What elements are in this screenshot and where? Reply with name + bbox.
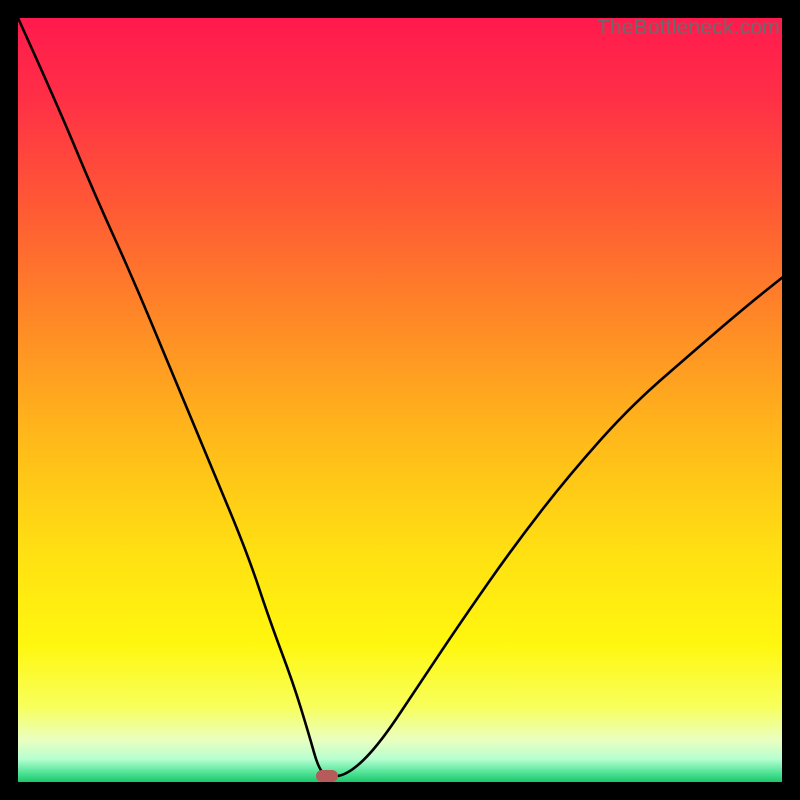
plot-frame: TheBottleneck.com <box>18 18 782 782</box>
bottleneck-curve <box>18 18 782 782</box>
optimal-marker <box>316 770 338 782</box>
